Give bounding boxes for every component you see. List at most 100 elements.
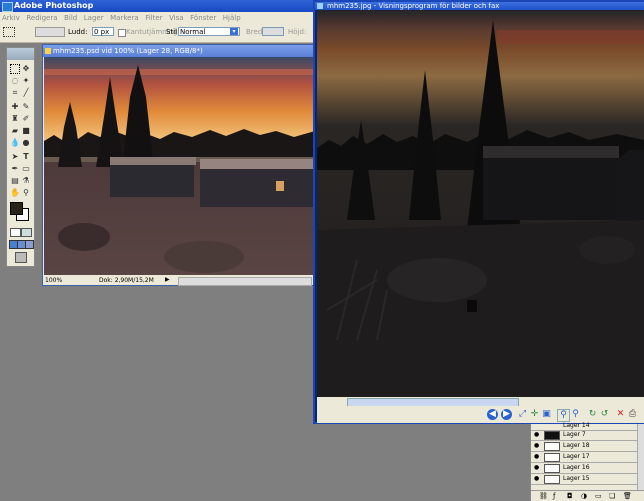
dodge-tool-icon[interactable]: ● [21, 138, 31, 148]
selection-mode-icons[interactable] [35, 27, 65, 37]
slideshow-icon[interactable]: ▣ [541, 409, 552, 420]
new-group-icon[interactable]: ▭ [595, 492, 602, 500]
screen-mode-black-icon[interactable] [25, 240, 34, 249]
marquee-tool-preset-icon[interactable] [3, 27, 15, 37]
blur-tool-icon[interactable]: 💧 [10, 138, 20, 148]
next-image-icon[interactable]: ▶ [501, 409, 512, 420]
move-tool-icon[interactable]: ✥ [21, 64, 31, 74]
notes-tool-icon[interactable]: ▤ [10, 176, 20, 186]
pen-tool-icon[interactable]: ✒ [10, 164, 20, 174]
layer-name: Lager 17 [563, 453, 590, 460]
layer-row[interactable]: ● Lager 7 [531, 430, 637, 441]
eye-icon[interactable]: ● [534, 465, 540, 471]
layer-name: Lager 7 [563, 431, 586, 438]
status-menu-arrow-icon[interactable]: ▶ [165, 277, 171, 283]
layer-thumbnail [544, 431, 560, 440]
foreground-color-swatch[interactable] [10, 202, 23, 215]
actual-size-icon[interactable]: ✛ [529, 409, 540, 420]
menu-visa[interactable]: Visa [169, 14, 184, 22]
style-select-value: Normal [180, 28, 206, 36]
viewer-title: mhm235.jpg - Visningsprogram för bilder … [327, 2, 500, 10]
layer-name: Lager 16 [563, 464, 590, 471]
viewer-toolbar: ◀ ▶ ⤢ ✛ ▣ ⚲ ⚲ ↻ ↺ ✕ ⎙ [317, 406, 644, 423]
layer-thumbnail [544, 464, 560, 473]
chevron-down-icon[interactable]: ▾ [230, 28, 238, 35]
width-input[interactable] [262, 27, 284, 36]
shape-tool-icon[interactable]: ▭ [21, 164, 31, 174]
eye-icon[interactable]: ● [534, 443, 540, 449]
jump-to-imageready-icon[interactable] [15, 252, 27, 263]
menu-markera[interactable]: Markera [110, 14, 139, 22]
best-fit-icon[interactable]: ⤢ [517, 409, 528, 420]
feather-label: Ludd: [68, 28, 88, 36]
brush-tool-icon[interactable]: ✎ [21, 102, 31, 112]
eraser-tool-icon[interactable]: ▰ [10, 126, 20, 136]
menu-hjalp[interactable]: Hjälp [223, 14, 241, 22]
viewer-scrollbar[interactable] [317, 397, 644, 407]
layer-mask-icon[interactable]: ◘ [567, 492, 573, 500]
layer-row[interactable]: ● Lager 18 [531, 441, 637, 452]
marquee-tool-icon[interactable] [10, 64, 20, 74]
zoom-level[interactable]: 100% [45, 276, 62, 285]
document-title: mhm235.psd vid 100% (Lager 28, RGB/8*) [53, 47, 203, 55]
layer-row[interactable]: ● Lager 16 [531, 463, 637, 474]
rotate-counterclockwise-icon[interactable]: ↺ [599, 409, 610, 420]
menu-filter[interactable]: Filter [145, 14, 162, 22]
toolbox-header-icon[interactable] [7, 48, 34, 60]
crop-tool-icon[interactable]: ⌗ [10, 88, 20, 98]
menu-lager[interactable]: Lager [84, 14, 104, 22]
menu-arkiv[interactable]: Arkiv [2, 14, 20, 22]
eye-icon[interactable]: ● [534, 432, 540, 438]
previous-image-icon[interactable]: ◀ [487, 409, 498, 420]
antialias-checkbox[interactable] [118, 29, 126, 37]
zoom-out-icon[interactable]: ⚲ [570, 409, 581, 420]
zoom-tool-icon[interactable]: ⚲ [21, 188, 31, 198]
magic-wand-icon[interactable]: ✦ [21, 76, 31, 86]
slice-tool-icon[interactable]: ╱ [21, 88, 31, 98]
layer-style-icon[interactable]: ƒ [553, 492, 555, 500]
menu-fonster[interactable]: Fönster [190, 14, 216, 22]
options-bar: Ludd: 0 px Kantutjämning Stil: Normal ▾ B… [0, 23, 316, 43]
eyedropper-icon[interactable]: ⚗ [21, 176, 31, 186]
layers-scrollbar[interactable] [637, 424, 644, 490]
delete-icon[interactable]: ✕ [615, 409, 626, 420]
menu-redigera[interactable]: Redigera [26, 14, 57, 22]
feather-input[interactable]: 0 px [92, 27, 114, 36]
lasso-tool-icon[interactable]: ◌ [10, 76, 20, 86]
document-titlebar[interactable]: mhm235.psd vid 100% (Lager 28, RGB/8*) [43, 45, 315, 57]
hand-tool-icon[interactable]: ✋ [10, 188, 20, 198]
clone-stamp-icon[interactable]: ♜ [10, 114, 20, 124]
gradient-tool-icon[interactable]: ■ [21, 126, 31, 136]
layer-row[interactable]: ● Lager 15 [531, 474, 637, 485]
path-selection-icon[interactable]: ➤ [10, 152, 20, 162]
toolbox: ✥ ◌ ✦ ⌗ ╱ ✚ ✎ ♜ ✐ ▰ ■ 💧 ● ➤ T ✒ ▭ ▤ ⚗ ✋ … [6, 47, 35, 267]
height-label: Höjd: [288, 28, 307, 36]
adjustment-layer-icon[interactable]: ◑ [581, 492, 587, 500]
healing-brush-icon[interactable]: ✚ [10, 102, 20, 112]
layer-thumbnail [544, 442, 560, 451]
rotate-clockwise-icon[interactable]: ↻ [587, 409, 598, 420]
quick-mask-icon[interactable] [21, 228, 32, 237]
eye-icon[interactable]: ● [534, 454, 540, 460]
menu-bild[interactable]: Bild [64, 14, 77, 22]
style-select[interactable]: Normal ▾ [178, 27, 240, 36]
standard-mode-icon[interactable] [10, 228, 21, 237]
print-icon[interactable]: ⎙ [627, 409, 638, 420]
document-canvas[interactable] [44, 57, 315, 275]
history-brush-icon[interactable]: ✐ [21, 114, 31, 124]
layers-panel: Lager 14 ● Lager 7 ● Lager 18 ● Lager 17… [530, 422, 644, 501]
horizontal-scrollbar[interactable] [178, 277, 312, 286]
menu-bar: Arkiv Redigera Bild Lager Markera Filter… [0, 12, 316, 23]
type-tool-icon[interactable]: T [21, 152, 31, 162]
photoshop-logo-icon [2, 2, 13, 12]
trash-icon[interactable]: 🗑 [623, 492, 632, 500]
viewer-titlebar[interactable]: mhm235.jpg - Visningsprogram för bilder … [315, 2, 644, 10]
eye-icon[interactable]: ● [534, 476, 540, 482]
new-layer-icon[interactable]: ❏ [609, 492, 615, 500]
link-layers-icon[interactable]: ⛓ [539, 492, 548, 500]
winter-sunset-photo [44, 57, 315, 275]
document-icon [45, 48, 51, 54]
layer-row[interactable]: ● Lager 17 [531, 452, 637, 463]
photoshop-titlebar[interactable]: Adobe Photoshop [0, 0, 316, 12]
document-size: Dok: 2,90M/15,2M [99, 277, 154, 284]
